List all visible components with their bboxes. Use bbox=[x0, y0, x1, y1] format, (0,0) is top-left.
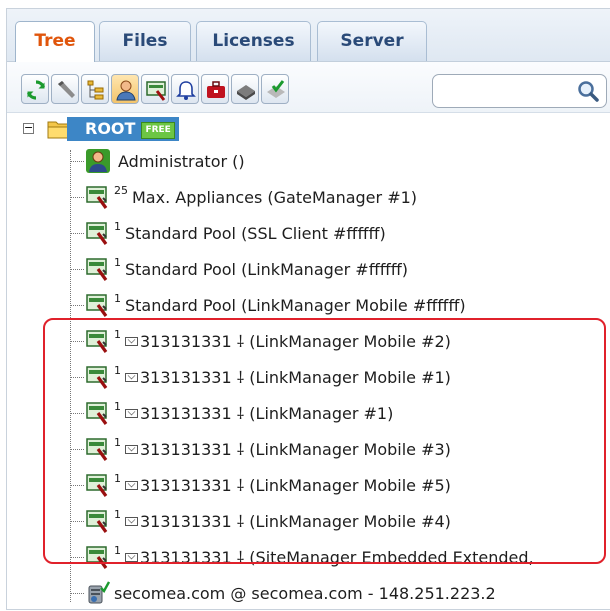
tree-item-pool-ssl-client[interactable]: 1 Standard Pool (SSL Client #ffffff) bbox=[70, 215, 386, 251]
tree-item-administrator[interactable]: Administrator () bbox=[70, 143, 245, 179]
search-input[interactable] bbox=[432, 74, 607, 108]
admin-user-icon bbox=[86, 149, 110, 173]
highlight-box bbox=[43, 318, 606, 564]
toolbox-button[interactable] bbox=[201, 74, 229, 104]
tree-item-label: Standard Pool (SSL Client #ffffff) bbox=[125, 223, 386, 243]
toolbar bbox=[7, 62, 610, 113]
search-icon[interactable] bbox=[576, 79, 600, 103]
root-label: ROOT bbox=[85, 119, 136, 138]
tree-item-label: Standard Pool (LinkManager Mobile #fffff… bbox=[125, 295, 466, 315]
tab-licenses[interactable]: Licenses bbox=[196, 21, 311, 61]
count-badge: 25 bbox=[114, 183, 128, 197]
approve-button[interactable] bbox=[261, 74, 289, 104]
bell-icon bbox=[176, 81, 196, 100]
server-icon bbox=[88, 581, 110, 604]
appliance-icon bbox=[146, 81, 166, 101]
free-badge: FREE bbox=[141, 122, 175, 139]
tree-root-node[interactable]: ROOT FREE bbox=[67, 117, 179, 141]
tools-button[interactable] bbox=[51, 74, 79, 104]
tree-list-button[interactable] bbox=[81, 74, 109, 104]
tree-item-label: secomea.com @ secomea.com - 148.251.223.… bbox=[114, 583, 496, 603]
refresh-button[interactable] bbox=[21, 74, 49, 104]
appliance-button[interactable] bbox=[141, 74, 169, 104]
approve-icon bbox=[267, 80, 285, 98]
tree-item-pool-linkmanager[interactable]: 1 Standard Pool (LinkManager #ffffff) bbox=[70, 251, 408, 287]
tree-item-label: Max. Appliances (GateManager #1) bbox=[132, 187, 418, 207]
toolbox-icon bbox=[207, 81, 225, 98]
count-badge: 1 bbox=[114, 291, 121, 305]
appliance-icon bbox=[86, 186, 108, 209]
tree-item-label: Standard Pool (LinkManager #ffffff) bbox=[125, 259, 409, 279]
appliance-icon bbox=[86, 294, 108, 317]
tree-item-label: Administrator () bbox=[118, 151, 245, 171]
count-badge: 1 bbox=[114, 255, 121, 269]
appliance-icon bbox=[86, 222, 108, 245]
user-icon bbox=[116, 80, 136, 101]
tab-bar: Tree Files Licenses Server bbox=[7, 9, 610, 62]
tree-item-server[interactable]: secomea.com @ secomea.com - 148.251.223.… bbox=[70, 575, 496, 611]
alarm-button[interactable] bbox=[171, 74, 199, 104]
hard-drive-button[interactable] bbox=[231, 74, 259, 104]
refresh-icon bbox=[27, 80, 45, 100]
tab-server[interactable]: Server bbox=[317, 21, 427, 61]
appliance-icon bbox=[86, 258, 108, 281]
count-badge: 1 bbox=[114, 219, 121, 233]
tab-tree[interactable]: Tree bbox=[15, 21, 95, 62]
tree-item-max-appliances[interactable]: 25 Max. Appliances (GateManager #1) bbox=[70, 179, 417, 215]
tree-list-icon bbox=[87, 80, 104, 100]
tab-files[interactable]: Files bbox=[99, 21, 191, 61]
tools-icon bbox=[58, 81, 75, 98]
user-button[interactable] bbox=[111, 74, 139, 104]
hard-drive-icon bbox=[237, 85, 255, 100]
collapse-root-toggle[interactable]: − bbox=[23, 122, 34, 134]
